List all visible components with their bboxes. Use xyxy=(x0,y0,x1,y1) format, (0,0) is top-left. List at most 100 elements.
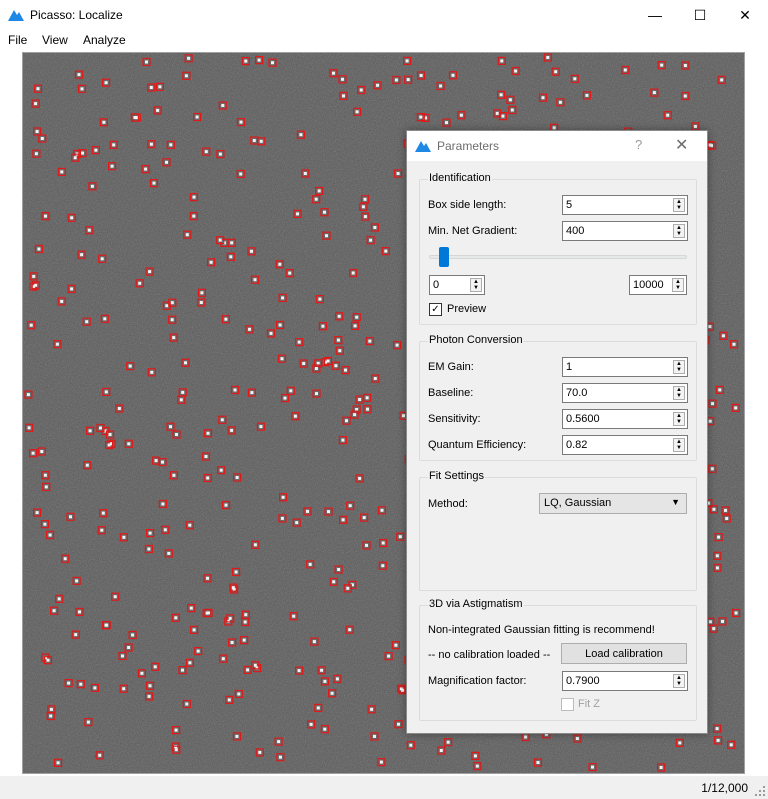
localization-marker xyxy=(715,385,724,394)
localization-marker xyxy=(250,136,259,145)
magnification-spinbox[interactable]: 0.7900 ▲ ▼ xyxy=(562,671,688,691)
localization-marker xyxy=(228,638,237,647)
arrow-down-icon[interactable]: ▼ xyxy=(674,419,684,425)
min-net-gradient-spinbox[interactable]: 400 ▲ ▼ xyxy=(562,221,688,241)
localization-marker xyxy=(144,544,154,554)
localization-marker xyxy=(621,65,630,75)
localization-marker xyxy=(320,725,329,734)
spin-arrows[interactable]: ▲ ▼ xyxy=(470,278,482,292)
localization-marker xyxy=(172,725,181,735)
spin-arrows[interactable]: ▲ ▼ xyxy=(673,674,685,688)
box-side-length-spinbox[interactable]: 5 ▲ ▼ xyxy=(562,195,688,215)
spin-arrows[interactable]: ▲ ▼ xyxy=(673,198,685,212)
localization-marker xyxy=(227,238,236,247)
maximize-button[interactable]: ☐ xyxy=(677,0,723,30)
localization-marker xyxy=(394,169,403,178)
localization-marker xyxy=(291,412,300,421)
localization-marker xyxy=(543,53,552,62)
localization-marker xyxy=(533,758,543,767)
localization-marker xyxy=(187,603,196,613)
slider-min-spinbox[interactable]: 0 ▲ ▼ xyxy=(429,275,485,295)
localization-marker xyxy=(185,521,194,530)
fit-z-checkbox[interactable] xyxy=(561,698,574,711)
localization-marker xyxy=(202,147,211,156)
localization-marker xyxy=(334,336,343,345)
localization-marker xyxy=(331,361,340,370)
localization-marker xyxy=(33,127,42,136)
localization-marker xyxy=(317,666,326,675)
localization-marker xyxy=(241,56,250,66)
localization-marker xyxy=(286,386,295,395)
menu-file[interactable]: File xyxy=(8,33,27,47)
minimize-button[interactable]: — xyxy=(632,0,678,30)
localization-marker xyxy=(226,252,235,261)
help-button[interactable]: ? xyxy=(635,137,642,152)
load-calibration-button[interactable]: Load calibration xyxy=(561,643,687,664)
gaussian-recommend-note: Non-integrated Gaussian fitting is recom… xyxy=(428,624,655,636)
localization-marker xyxy=(307,720,316,729)
localization-marker xyxy=(320,677,329,686)
arrow-down-icon[interactable]: ▼ xyxy=(673,285,683,291)
localization-marker xyxy=(276,753,285,762)
resize-grip-icon[interactable] xyxy=(754,785,766,797)
spin-arrows[interactable]: ▲ ▼ xyxy=(672,278,684,292)
spinbox-value: 0.82 xyxy=(566,439,588,451)
arrow-down-icon[interactable]: ▼ xyxy=(674,681,684,687)
arrow-down-icon[interactable]: ▼ xyxy=(674,367,684,373)
localization-marker xyxy=(236,117,246,127)
localization-marker xyxy=(77,250,86,259)
arrow-down-icon[interactable]: ▼ xyxy=(674,393,684,399)
localization-marker xyxy=(681,91,690,101)
status-bar: 1/12,000 xyxy=(0,776,768,799)
localization-marker xyxy=(169,333,178,342)
localization-marker xyxy=(394,720,403,729)
localization-marker xyxy=(194,646,203,656)
menu-analyze[interactable]: Analyze xyxy=(83,33,126,47)
gradient-slider-handle[interactable] xyxy=(439,247,450,267)
localization-marker xyxy=(185,658,194,667)
localization-marker xyxy=(303,507,312,516)
localization-marker xyxy=(448,71,458,80)
arrow-down-icon[interactable]: ▼ xyxy=(471,285,481,291)
photon-conversion-group: Photon Conversion EM Gain: 1 ▲ ▼ Baseline… xyxy=(419,334,697,461)
localization-marker xyxy=(77,84,87,94)
fit-z-label: Fit Z xyxy=(578,698,600,710)
localization-marker xyxy=(381,247,390,256)
slider-max-spinbox[interactable]: 10000 ▲ ▼ xyxy=(629,275,687,295)
fit-method-dropdown[interactable]: LQ, Gaussian ▼ xyxy=(539,493,687,514)
spin-arrows[interactable]: ▲ ▼ xyxy=(673,360,685,374)
localization-marker xyxy=(379,538,388,548)
localization-marker xyxy=(727,740,736,749)
localization-marker xyxy=(318,322,327,331)
quantum-efficiency-spinbox[interactable]: 0.82 ▲ ▼ xyxy=(562,435,688,455)
localization-marker xyxy=(722,514,731,523)
localization-marker xyxy=(225,695,234,705)
localization-marker xyxy=(236,169,245,179)
spin-arrows[interactable]: ▲ ▼ xyxy=(673,386,685,400)
localization-marker xyxy=(708,399,717,408)
localization-marker xyxy=(111,592,120,601)
spin-arrows[interactable]: ▲ ▼ xyxy=(673,224,685,238)
localization-marker xyxy=(147,83,156,92)
em-gain-spinbox[interactable]: 1 ▲ ▼ xyxy=(562,357,688,377)
dialog-close-button[interactable]: ✕ xyxy=(675,135,688,155)
localization-marker xyxy=(296,130,305,139)
spin-arrows[interactable]: ▲ ▼ xyxy=(673,412,685,426)
spinbox-value: 70.0 xyxy=(566,387,588,399)
spin-arrows[interactable]: ▲ ▼ xyxy=(673,438,685,452)
arrow-down-icon[interactable]: ▼ xyxy=(674,445,684,451)
preview-checkbox[interactable]: ✓ xyxy=(429,303,442,316)
localization-marker xyxy=(255,748,264,757)
localization-marker xyxy=(299,359,308,368)
localization-marker xyxy=(32,149,41,158)
arrow-down-icon[interactable]: ▼ xyxy=(674,231,684,237)
arrow-down-icon[interactable]: ▼ xyxy=(674,205,684,211)
localization-marker xyxy=(64,678,73,688)
localization-marker xyxy=(349,268,358,278)
gradient-slider-track[interactable] xyxy=(429,255,687,259)
close-button[interactable]: ✕ xyxy=(722,0,768,30)
baseline-spinbox[interactable]: 70.0 ▲ ▼ xyxy=(562,383,688,403)
localization-marker xyxy=(189,212,198,221)
menu-view[interactable]: View xyxy=(42,33,68,47)
sensitivity-spinbox[interactable]: 0.5600 ▲ ▼ xyxy=(562,409,688,429)
